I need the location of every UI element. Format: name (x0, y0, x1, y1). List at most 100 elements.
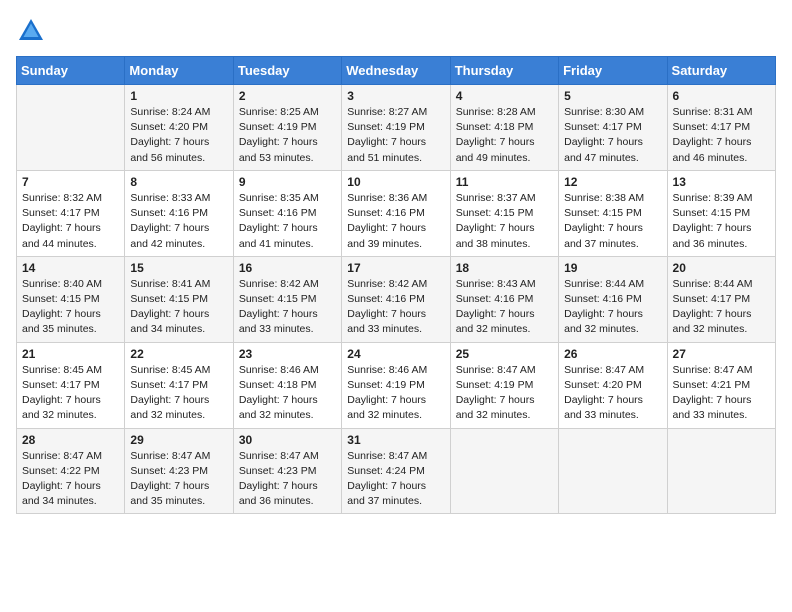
calendar-table: SundayMondayTuesdayWednesdayThursdayFrid… (16, 56, 776, 514)
day-info: Sunrise: 8:38 AM Sunset: 4:15 PM Dayligh… (564, 191, 661, 252)
day-number: 5 (564, 89, 661, 103)
logo (16, 16, 50, 46)
day-number: 11 (456, 175, 553, 189)
calendar-cell: 8 Sunrise: 8:33 AM Sunset: 4:16 PM Daylig… (125, 170, 233, 256)
calendar-header-row: SundayMondayTuesdayWednesdayThursdayFrid… (17, 57, 776, 85)
day-number: 25 (456, 347, 553, 361)
calendar-cell: 29Sunrise: 8:47 AM Sunset: 4:23 PM Dayli… (125, 428, 233, 514)
week-row-3: 14 Sunrise: 8:40 AM Sunset: 4:15 PM Dayli… (17, 256, 776, 342)
calendar-cell: 12 Sunrise: 8:38 AM Sunset: 4:15 PM Dayli… (559, 170, 667, 256)
calendar-cell: 23 Sunrise: 8:46 AM Sunset: 4:18 PM Dayli… (233, 342, 341, 428)
day-info: Sunrise: 8:45 AM Sunset: 4:17 PM Dayligh… (130, 363, 227, 424)
column-header-friday: Friday (559, 57, 667, 85)
day-info: Sunrise: 8:45 AM Sunset: 4:17 PM Dayligh… (22, 363, 119, 424)
day-info: Sunrise: 8:36 AM Sunset: 4:16 PM Dayligh… (347, 191, 444, 252)
day-info: Sunrise: 8:30 AM Sunset: 4:17 PM Dayligh… (564, 105, 661, 166)
calendar-cell: 31Sunrise: 8:47 AM Sunset: 4:24 PM Dayli… (342, 428, 450, 514)
calendar-cell: 15 Sunrise: 8:41 AM Sunset: 4:15 PM Dayli… (125, 256, 233, 342)
day-info: Sunrise: 8:35 AM Sunset: 4:16 PM Dayligh… (239, 191, 336, 252)
day-number: 3 (347, 89, 444, 103)
day-info: Sunrise: 8:44 AM Sunset: 4:17 PM Dayligh… (673, 277, 770, 338)
day-number: 19 (564, 261, 661, 275)
calendar-cell: 9 Sunrise: 8:35 AM Sunset: 4:16 PM Daylig… (233, 170, 341, 256)
day-number: 21 (22, 347, 119, 361)
calendar-cell: 2Sunrise: 8:25 AM Sunset: 4:19 PM Daylig… (233, 85, 341, 171)
calendar-cell (667, 428, 775, 514)
day-number: 14 (22, 261, 119, 275)
day-number: 20 (673, 261, 770, 275)
calendar-cell (17, 85, 125, 171)
week-row-2: 7 Sunrise: 8:32 AM Sunset: 4:17 PM Daylig… (17, 170, 776, 256)
column-header-tuesday: Tuesday (233, 57, 341, 85)
day-number: 23 (239, 347, 336, 361)
day-info: Sunrise: 8:25 AM Sunset: 4:19 PM Dayligh… (239, 105, 336, 166)
day-number: 27 (673, 347, 770, 361)
calendar-cell: 21 Sunrise: 8:45 AM Sunset: 4:17 PM Dayli… (17, 342, 125, 428)
calendar-body: 1Sunrise: 8:24 AM Sunset: 4:20 PM Daylig… (17, 85, 776, 514)
calendar-cell: 19 Sunrise: 8:44 AM Sunset: 4:16 PM Dayli… (559, 256, 667, 342)
day-info: Sunrise: 8:28 AM Sunset: 4:18 PM Dayligh… (456, 105, 553, 166)
calendar-cell (559, 428, 667, 514)
day-number: 4 (456, 89, 553, 103)
day-info: Sunrise: 8:32 AM Sunset: 4:17 PM Dayligh… (22, 191, 119, 252)
day-number: 22 (130, 347, 227, 361)
calendar-cell: 25 Sunrise: 8:47 AM Sunset: 4:19 PM Dayli… (450, 342, 558, 428)
day-number: 16 (239, 261, 336, 275)
day-number: 26 (564, 347, 661, 361)
day-number: 17 (347, 261, 444, 275)
week-row-1: 1Sunrise: 8:24 AM Sunset: 4:20 PM Daylig… (17, 85, 776, 171)
day-number: 7 (22, 175, 119, 189)
day-info: Sunrise: 8:31 AM Sunset: 4:17 PM Dayligh… (673, 105, 770, 166)
day-number: 28 (22, 433, 119, 447)
day-number: 9 (239, 175, 336, 189)
day-info: Sunrise: 8:39 AM Sunset: 4:15 PM Dayligh… (673, 191, 770, 252)
day-info: Sunrise: 8:41 AM Sunset: 4:15 PM Dayligh… (130, 277, 227, 338)
day-info: Sunrise: 8:42 AM Sunset: 4:16 PM Dayligh… (347, 277, 444, 338)
calendar-cell: 11Sunrise: 8:37 AM Sunset: 4:15 PM Dayli… (450, 170, 558, 256)
calendar-cell: 22 Sunrise: 8:45 AM Sunset: 4:17 PM Dayli… (125, 342, 233, 428)
column-header-wednesday: Wednesday (342, 57, 450, 85)
calendar-cell: 28 Sunrise: 8:47 AM Sunset: 4:22 PM Dayli… (17, 428, 125, 514)
column-header-thursday: Thursday (450, 57, 558, 85)
day-number: 18 (456, 261, 553, 275)
calendar-cell: 26 Sunrise: 8:47 AM Sunset: 4:20 PM Dayli… (559, 342, 667, 428)
day-number: 15 (130, 261, 227, 275)
day-info: Sunrise: 8:40 AM Sunset: 4:15 PM Dayligh… (22, 277, 119, 338)
calendar-cell (450, 428, 558, 514)
day-info: Sunrise: 8:47 AM Sunset: 4:24 PM Dayligh… (347, 449, 444, 510)
day-number: 6 (673, 89, 770, 103)
calendar-cell: 1Sunrise: 8:24 AM Sunset: 4:20 PM Daylig… (125, 85, 233, 171)
column-header-sunday: Sunday (17, 57, 125, 85)
calendar-cell: 18 Sunrise: 8:43 AM Sunset: 4:16 PM Dayli… (450, 256, 558, 342)
column-header-saturday: Saturday (667, 57, 775, 85)
calendar-cell: 24 Sunrise: 8:46 AM Sunset: 4:19 PM Dayli… (342, 342, 450, 428)
calendar-cell: 14 Sunrise: 8:40 AM Sunset: 4:15 PM Dayli… (17, 256, 125, 342)
day-info: Sunrise: 8:47 AM Sunset: 4:19 PM Dayligh… (456, 363, 553, 424)
calendar-cell: 16Sunrise: 8:42 AM Sunset: 4:15 PM Dayli… (233, 256, 341, 342)
day-info: Sunrise: 8:46 AM Sunset: 4:19 PM Dayligh… (347, 363, 444, 424)
day-number: 13 (673, 175, 770, 189)
day-info: Sunrise: 8:47 AM Sunset: 4:23 PM Dayligh… (130, 449, 227, 510)
calendar-cell: 5 Sunrise: 8:30 AM Sunset: 4:17 PM Daylig… (559, 85, 667, 171)
column-header-monday: Monday (125, 57, 233, 85)
day-info: Sunrise: 8:46 AM Sunset: 4:18 PM Dayligh… (239, 363, 336, 424)
logo-icon (16, 16, 46, 46)
day-number: 1 (130, 89, 227, 103)
calendar-cell: 7 Sunrise: 8:32 AM Sunset: 4:17 PM Daylig… (17, 170, 125, 256)
day-info: Sunrise: 8:33 AM Sunset: 4:16 PM Dayligh… (130, 191, 227, 252)
day-number: 12 (564, 175, 661, 189)
day-number: 24 (347, 347, 444, 361)
day-info: Sunrise: 8:47 AM Sunset: 4:23 PM Dayligh… (239, 449, 336, 510)
calendar-cell: 6 Sunrise: 8:31 AM Sunset: 4:17 PM Daylig… (667, 85, 775, 171)
day-info: Sunrise: 8:43 AM Sunset: 4:16 PM Dayligh… (456, 277, 553, 338)
calendar-cell: 4 Sunrise: 8:28 AM Sunset: 4:18 PM Daylig… (450, 85, 558, 171)
week-row-5: 28 Sunrise: 8:47 AM Sunset: 4:22 PM Dayli… (17, 428, 776, 514)
page-header (16, 16, 776, 46)
calendar-cell: 20 Sunrise: 8:44 AM Sunset: 4:17 PM Dayli… (667, 256, 775, 342)
calendar-cell: 10Sunrise: 8:36 AM Sunset: 4:16 PM Dayli… (342, 170, 450, 256)
day-info: Sunrise: 8:44 AM Sunset: 4:16 PM Dayligh… (564, 277, 661, 338)
day-info: Sunrise: 8:47 AM Sunset: 4:20 PM Dayligh… (564, 363, 661, 424)
day-number: 8 (130, 175, 227, 189)
day-number: 30 (239, 433, 336, 447)
day-info: Sunrise: 8:47 AM Sunset: 4:22 PM Dayligh… (22, 449, 119, 510)
